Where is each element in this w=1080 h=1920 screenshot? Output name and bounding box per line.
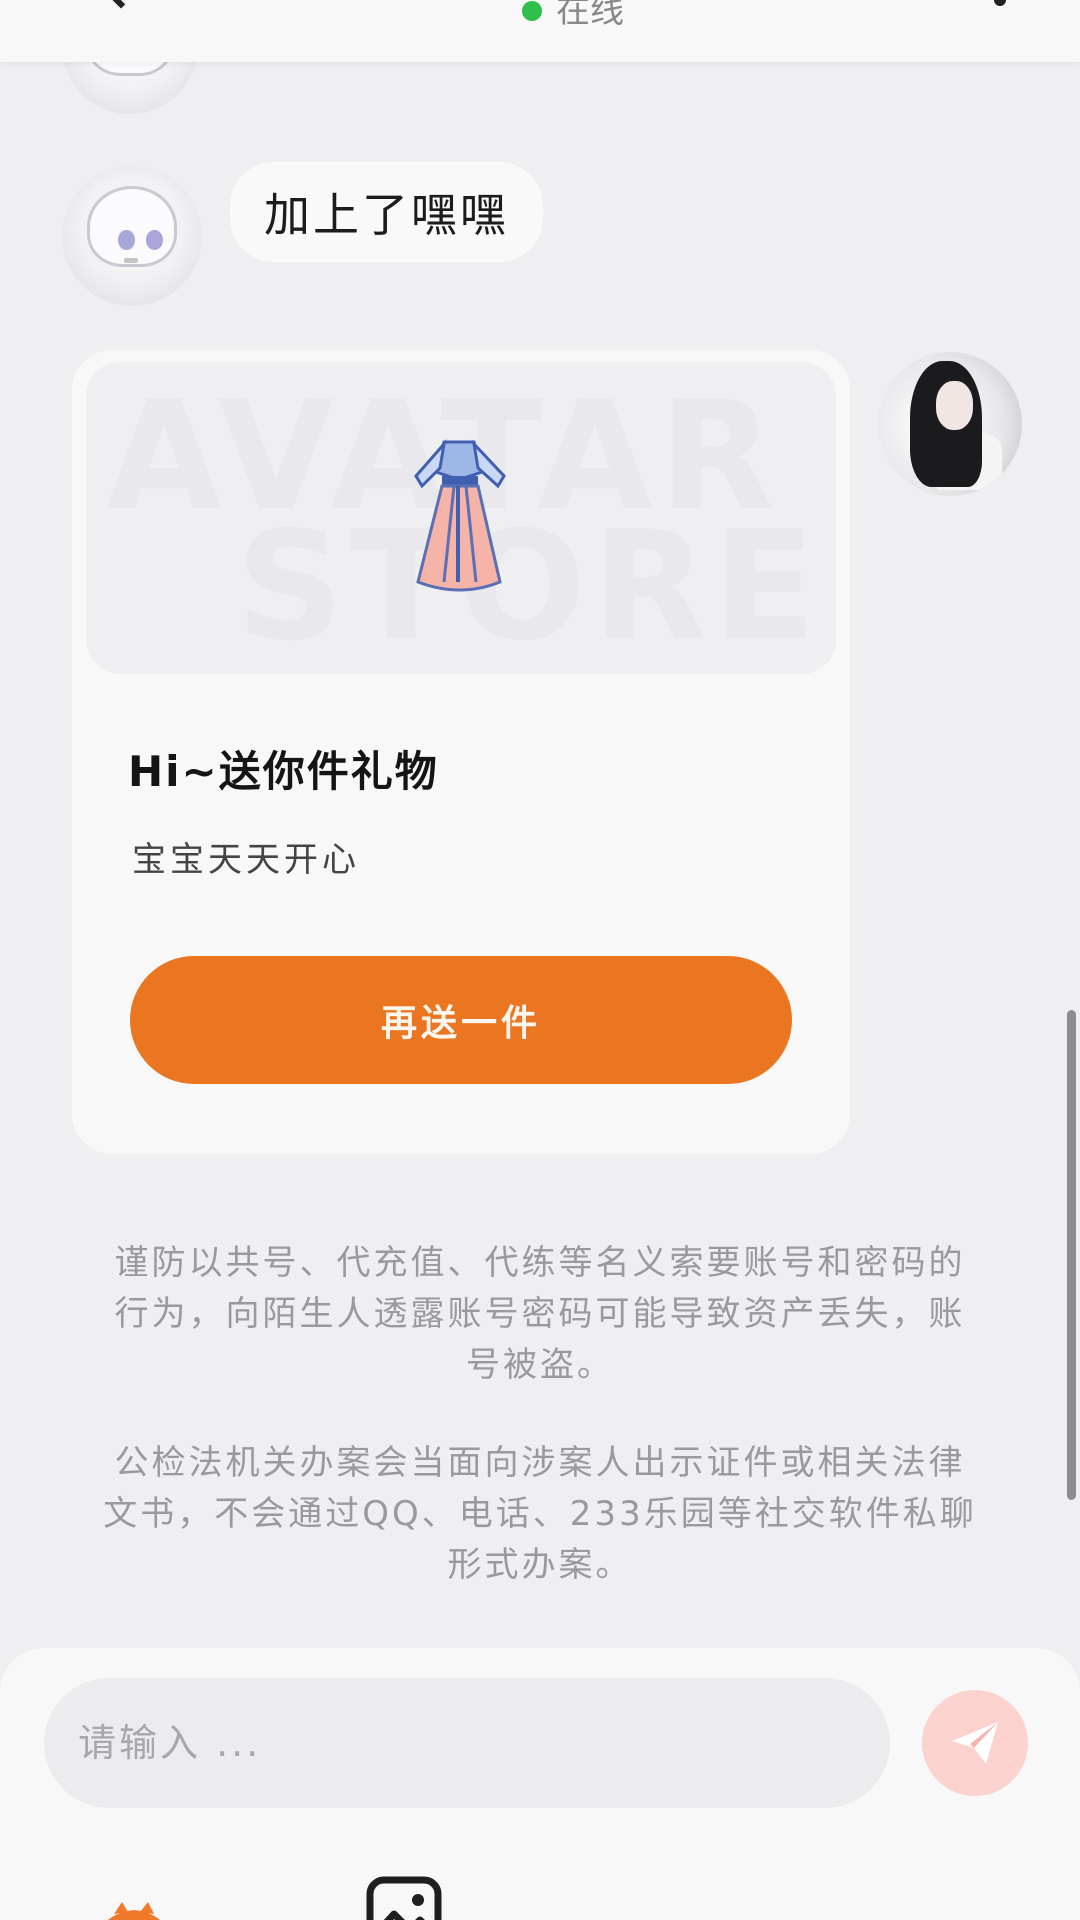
paper-plane-icon bbox=[952, 1722, 998, 1764]
avatar-eye bbox=[146, 230, 163, 250]
message-bubble[interactable]: 加上了嘿嘿 bbox=[230, 162, 543, 262]
scrollbar[interactable] bbox=[1067, 1010, 1076, 1500]
gift-title: Hi~送你件礼物 bbox=[128, 747, 439, 796]
image-icon[interactable] bbox=[364, 1874, 444, 1920]
safety-notice-account: 谨防以共号、代充值、代练等名义索要账号和密码的行为，向陌生人透露账号密码可能导致… bbox=[114, 1243, 966, 1385]
gift-subtitle: 宝宝天天开心 bbox=[132, 840, 360, 880]
message-input[interactable] bbox=[44, 1678, 890, 1808]
gift-card[interactable]: AVATAR STORE Hi~送你件礼物 宝宝天天开心 再送一件 bbox=[72, 350, 850, 1154]
message-composer bbox=[0, 1648, 1080, 1920]
avatar-hair bbox=[87, 185, 177, 267]
avatar-eye bbox=[118, 230, 135, 250]
banner-watermark-store: STORE bbox=[236, 500, 822, 674]
back-icon[interactable] bbox=[105, 0, 137, 9]
avatar-mouth bbox=[123, 258, 138, 263]
my-avatar[interactable] bbox=[878, 352, 1022, 496]
more-icon[interactable] bbox=[994, 0, 1006, 6]
chat-header: 在线 bbox=[0, 0, 1080, 62]
online-status: 在线 bbox=[522, 0, 624, 28]
safety-notice-police: 公检法机关办案会当面向涉案人出示证件或相关法律文书，不会通过QQ、电话、233乐… bbox=[103, 1443, 977, 1585]
avatar-face bbox=[935, 380, 974, 430]
hanfu-dress-icon bbox=[414, 439, 506, 592]
send-button[interactable] bbox=[922, 1690, 1028, 1796]
send-another-gift-button[interactable]: 再送一件 bbox=[130, 956, 792, 1084]
online-status-text: 在线 bbox=[556, 0, 624, 31]
mascot-icon[interactable] bbox=[84, 1900, 184, 1920]
chat-screen: 在线 加上了嘿嘿 AVATAR STORE bbox=[0, 0, 1080, 1920]
online-dot-icon bbox=[522, 1, 542, 21]
gift-banner: AVATAR STORE bbox=[86, 362, 836, 674]
friend-avatar[interactable] bbox=[62, 166, 202, 306]
